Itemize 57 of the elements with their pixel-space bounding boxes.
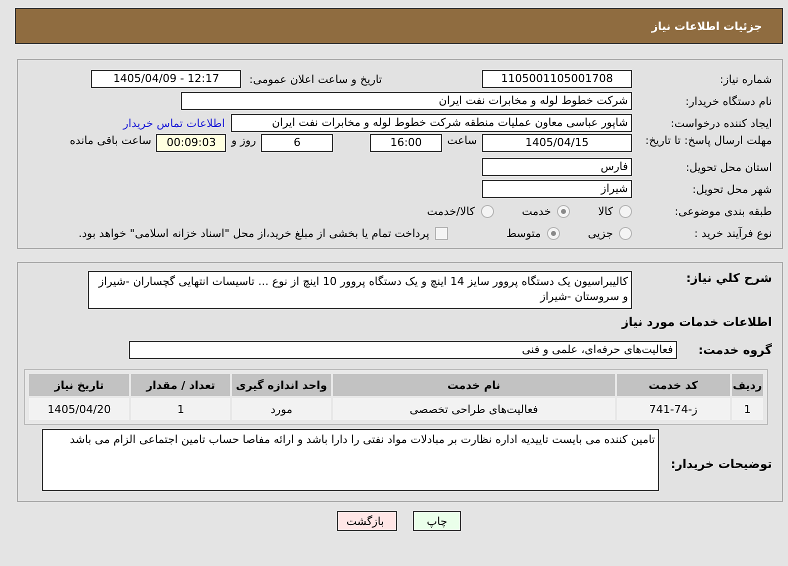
field-label: مهلت ارسال پاسخ: تا تاریخ: (644, 134, 772, 148)
field-label: گروه خدمت: (697, 343, 772, 357)
days-label: روز و (231, 134, 256, 147)
description-textarea: کالیبراسیون یک دستگاه پروور سایز 14 اینچ و یک دستگاه پروور 10 اینچ از نوع ... تاسیسات انتهایی گچساران -شیراز و سروستان -شیراز (88, 271, 632, 309)
column-header: نام خدمت (332, 374, 615, 396)
days-field: 6 (261, 134, 334, 152)
remaining-time-field: 00:09:03 (156, 134, 226, 152)
buyer-notes-textarea: تامین کننده می بایست تاییدیه اداره نظارت بر مبادلات مواد نفتی را دارا باشد و ارائه مفاصا حساب تامین اجتماعی الزام می باشد (42, 429, 659, 491)
column-header: تاریخ نیاز (29, 374, 130, 396)
field-label: شهر محل تحویل: (691, 182, 772, 196)
deadline-date-field: 1405/04/15 (482, 134, 632, 152)
need-number-field: 1105001105001708 (482, 70, 632, 88)
radio-label: متوسط (506, 226, 541, 240)
table-cell: 1 (732, 398, 763, 420)
column-header: واحد اندازه گیری (232, 374, 331, 396)
section-heading: اطلاعات خدمات مورد نیاز (620, 315, 772, 329)
buyer-field: شرکت خطوط لوله و مخابرات نفت ایران (181, 92, 632, 110)
table-cell: ز-74-741 (616, 398, 730, 420)
radio-label: کالا (598, 204, 613, 218)
column-header: ردیف (732, 374, 763, 396)
field-label: استان محل تحویل: (684, 160, 772, 174)
field-label: نوع فرآیند خرید : (693, 226, 772, 240)
radio-button[interactable] (619, 226, 632, 240)
field-label: تاریخ و ساعت اعلان عمومی: (249, 72, 382, 86)
remaining-label: ساعت باقی مانده (70, 134, 152, 147)
radio-button[interactable] (480, 204, 494, 218)
table-cell: 1 (131, 398, 230, 420)
field-label: شرح كلي نیاز: (685, 271, 772, 285)
field-label: نام دستگاه خریدار: (684, 94, 772, 108)
field-label: ایجاد کننده درخواست: (670, 116, 772, 130)
radio-label: جزیی (588, 226, 613, 240)
action-button[interactable]: چاپ (413, 511, 461, 531)
table-cell: فعالیت‌های طراحی تخصصی (332, 398, 615, 420)
service-group-field: فعالیت‌های حرفه‌ای، علمی و فنی (129, 341, 677, 359)
page-title: جزئیات اطلاعات نیاز (652, 20, 762, 32)
radio-button[interactable] (557, 204, 570, 218)
column-header: تعداد / مقدار (131, 374, 230, 396)
buyer-contact-link[interactable]: اطلاعات تماس خریدار (123, 116, 225, 130)
table-cell: 1405/04/20 (29, 398, 130, 420)
column-header: کد خدمت (616, 374, 730, 396)
radio-label: خدمت (522, 204, 552, 218)
field-label: توضیحات خریدار: (670, 457, 772, 471)
checkbox[interactable] (435, 226, 448, 240)
field-label: طبقه بندی موضوعی: (674, 204, 772, 218)
checkbox-label: پرداخت تمام یا بخشی از مبلغ خرید،از محل "اسناد خزانه اسلامی" خواهد بود. (78, 226, 430, 240)
time-label: ساعت (447, 134, 477, 147)
action-button[interactable]: بازگشت (337, 511, 397, 531)
deadline-time-field: 16:00 (370, 134, 442, 152)
province-field: فارس (482, 158, 632, 176)
radio-label: کالا/خدمت (427, 204, 475, 218)
radio-button[interactable] (619, 204, 632, 218)
creator-field: شاپور عباسی معاون عملیات منطقه شرکت خطوط لوله و مخابرات نفت ایران (231, 114, 632, 132)
radio-button[interactable] (546, 226, 560, 240)
table-cell: مورد (232, 398, 331, 420)
announce-date-field: 1405/04/09 - 12:17 (91, 70, 242, 88)
city-field: شیراز (482, 180, 632, 198)
field-label: شماره نیاز: (718, 72, 772, 86)
